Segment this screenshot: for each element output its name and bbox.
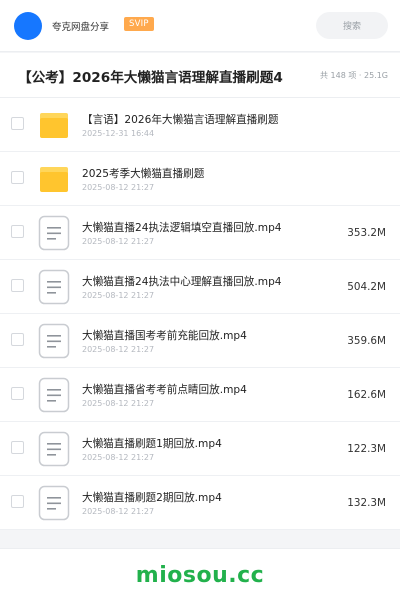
file-date: 2025-08-12 21:27: [82, 291, 155, 300]
file-name: 2025考季大懒猫直播刷题: [82, 168, 205, 180]
file-row[interactable]: 【言语】2026年大懒猫言语理解直播刷题 2025-12-31 16:44: [0, 98, 400, 152]
file-date: 2025-08-12 21:27: [82, 345, 155, 354]
watermark: miosou.cc: [135, 563, 265, 588]
row-checkbox[interactable]: [11, 117, 24, 130]
file-row[interactable]: 大懒猫直播刷题1期回放.mp4 2025-08-12 21:27 122.3M: [0, 422, 400, 476]
file-size: 122.3M: [347, 443, 386, 455]
row-checkbox[interactable]: [11, 333, 24, 346]
file-size: 504.2M: [347, 281, 386, 293]
file-date: 2025-08-12 21:27: [82, 237, 155, 246]
file-date: 2025-12-31 16:44: [82, 129, 155, 138]
share-page: 夸克网盘分享 SVIP 搜索 【公考】2026年大懒猫言语理解直播刷题4 共 1…: [0, 0, 400, 600]
file-date: 2025-08-12 21:27: [82, 507, 155, 516]
file-size: 353.2M: [347, 227, 386, 239]
document-icon: [38, 431, 70, 467]
row-checkbox[interactable]: [11, 279, 24, 292]
file-name: 【言语】2026年大懒猫言语理解直播刷题: [82, 114, 279, 126]
document-icon: [38, 215, 70, 251]
row-checkbox[interactable]: [11, 225, 24, 238]
file-size: 132.3M: [347, 497, 386, 509]
page-title: 【公考】2026年大懒猫言语理解直播刷题4: [18, 70, 283, 86]
file-row[interactable]: 大懒猫直播省考考前点睛回放.mp4 2025-08-12 21:27 162.6M: [0, 368, 400, 422]
file-name: 大懒猫直播刷题2期回放.mp4: [82, 492, 222, 504]
top-header: 夸克网盘分享 SVIP 搜索: [0, 0, 400, 52]
footer: miosou.cc: [0, 548, 400, 600]
file-row[interactable]: 2025考季大懒猫直播刷题 2025-08-12 21:27: [0, 152, 400, 206]
file-row[interactable]: 大懒猫直播国考考前充能回放.mp4 2025-08-12 21:27 359.6M: [0, 314, 400, 368]
file-row[interactable]: 大懒猫直播24执法中心理解直播回放.mp4 2025-08-12 21:27 504…: [0, 260, 400, 314]
file-date: 2025-08-12 21:27: [82, 399, 155, 408]
document-icon: [38, 485, 70, 521]
file-name: 大懒猫直播省考考前点睛回放.mp4: [82, 384, 247, 396]
file-list: 【言语】2026年大懒猫言语理解直播刷题 2025-12-31 16:44 2025…: [0, 98, 400, 530]
row-checkbox[interactable]: [11, 495, 24, 508]
folder-title-bar: 【公考】2026年大懒猫言语理解直播刷题4 共 148 项 · 25.1G: [0, 53, 400, 98]
file-name: 大懒猫直播24执法逻辑填空直播回放.mp4: [82, 222, 282, 234]
file-row[interactable]: 大懒猫直播刷题2期回放.mp4 2025-08-12 21:27 132.3M: [0, 476, 400, 530]
file-row[interactable]: 大懒猫直播24执法逻辑填空直播回放.mp4 2025-08-12 21:27 353…: [0, 206, 400, 260]
folder-meta: 共 148 项 · 25.1G: [320, 71, 388, 80]
svip-badge: SVIP: [124, 17, 154, 31]
row-checkbox[interactable]: [11, 387, 24, 400]
row-checkbox[interactable]: [11, 441, 24, 454]
file-date: 2025-08-12 21:27: [82, 183, 155, 192]
file-size: 359.6M: [347, 335, 386, 347]
search-input[interactable]: 搜索: [316, 12, 388, 39]
document-icon: [38, 269, 70, 305]
row-checkbox[interactable]: [11, 171, 24, 184]
file-size: 162.6M: [347, 389, 386, 401]
brand-title: 夸克网盘分享: [52, 22, 110, 33]
document-icon: [38, 377, 70, 413]
avatar[interactable]: [14, 12, 42, 40]
file-name: 大懒猫直播刷题1期回放.mp4: [82, 438, 222, 450]
file-date: 2025-08-12 21:27: [82, 453, 155, 462]
folder-icon: [38, 161, 70, 197]
document-icon: [38, 323, 70, 359]
file-name: 大懒猫直播24执法中心理解直播回放.mp4: [82, 276, 282, 288]
file-name: 大懒猫直播国考考前充能回放.mp4: [82, 330, 247, 342]
folder-icon: [38, 107, 70, 143]
